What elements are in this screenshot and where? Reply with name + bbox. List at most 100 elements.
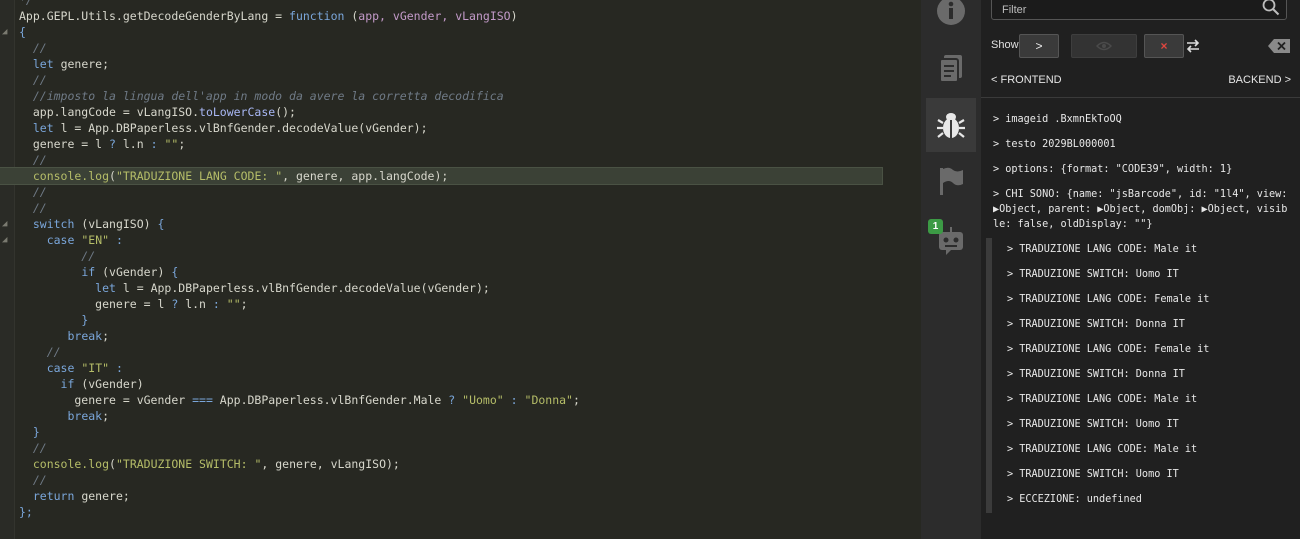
code-line[interactable]: */: [19, 0, 921, 8]
code-token: ;: [240, 297, 248, 311]
code-token: "EN": [81, 233, 110, 247]
code-token: genere;: [74, 489, 130, 503]
document-tab[interactable]: [926, 42, 976, 96]
code-token: genere = l: [19, 297, 172, 311]
code-token: log: [88, 457, 110, 471]
log-entry[interactable]: > TRADUZIONE LANG CODE: Male it: [1007, 242, 1287, 257]
code-line[interactable]: if (vGender): [19, 376, 921, 392]
log-entry[interactable]: > TRADUZIONE SWITCH: Donna IT: [1007, 367, 1287, 382]
scope-switch: < FRONTEND BACKEND >: [991, 74, 1291, 88]
code-line[interactable]: }: [19, 312, 921, 328]
log-entry[interactable]: > TRADUZIONE SWITCH: Uomo IT: [1007, 417, 1287, 432]
code-line[interactable]: //: [19, 440, 921, 456]
code-line[interactable]: //: [19, 200, 921, 216]
code-token: //: [19, 249, 96, 263]
code-line[interactable]: }: [19, 424, 921, 440]
code-token: toLowerCase: [199, 105, 276, 119]
code-token: //: [19, 441, 47, 455]
code-token: let: [32, 57, 54, 71]
code-line[interactable]: };: [19, 504, 921, 520]
code-token: , genere, app.langCode);: [282, 169, 449, 183]
code-line[interactable]: case "EN" :: [19, 232, 921, 248]
log-entry[interactable]: > TRADUZIONE LANG CODE: Male it: [1007, 442, 1287, 457]
code-line[interactable]: //imposto la lingua dell'app in modo da …: [19, 88, 921, 104]
debug-tab[interactable]: [926, 98, 976, 152]
log-entry[interactable]: > TRADUZIONE LANG CODE: Female it: [1007, 342, 1287, 357]
code-line[interactable]: app.langCode = vLangISO.toLowerCase();: [19, 104, 921, 120]
fold-toggle-icon[interactable]: ◢: [2, 27, 7, 37]
code-token: l = App.DBPaperless.vlBnfGender.decodeVa…: [115, 281, 490, 295]
code-line[interactable]: return genere;: [19, 488, 921, 504]
code-token: */: [19, 0, 33, 7]
code-token: return: [32, 489, 75, 503]
fold-toggle-icon[interactable]: ◢: [2, 219, 7, 229]
clear-console-button[interactable]: [1265, 34, 1293, 58]
info-tab[interactable]: [926, 0, 976, 38]
code-editor[interactable]: ◢ ◢ ◢ */App.GEPL.Utils.getDecodeGenderBy…: [0, 0, 921, 539]
log-entry[interactable]: > imageid .BxmnEkToOQ: [993, 112, 1288, 127]
toggle-visibility-button[interactable]: [1071, 34, 1137, 58]
code-line[interactable]: switch (vLangISO) {: [19, 216, 921, 232]
flag-tab[interactable]: [926, 154, 976, 208]
code-line[interactable]: console.log("TRADUZIONE LANG CODE: ", ge…: [0, 167, 883, 185]
log-entry[interactable]: > TRADUZIONE LANG CODE: Male it: [1007, 392, 1287, 407]
log-entry[interactable]: > testo 2029BL000001: [993, 137, 1288, 152]
filter-input[interactable]: [992, 0, 1262, 19]
code-line[interactable]: genere = vGender === App.DBPaperless.vlB…: [19, 392, 921, 408]
group-indicator: [986, 238, 992, 513]
code-line[interactable]: let genere;: [19, 56, 921, 72]
code-token: if: [81, 265, 96, 279]
code-line[interactable]: console.log("TRADUZIONE SWITCH: ", gener…: [19, 456, 921, 472]
log-entry[interactable]: > TRADUZIONE LANG CODE: Female it: [1007, 292, 1287, 307]
code-token: function: [289, 9, 345, 23]
code-token: "TRADUZIONE LANG CODE: ": [115, 169, 283, 183]
backend-link[interactable]: BACKEND >: [1228, 74, 1291, 86]
fold-toggle-icon[interactable]: ◢: [2, 235, 7, 245]
code-line[interactable]: let l = App.DBPaperless.vlBnfGender.deco…: [19, 280, 921, 296]
code-line[interactable]: break;: [19, 328, 921, 344]
code-token: ): [510, 9, 518, 23]
close-icon: ×: [1160, 39, 1168, 53]
code-token: ;: [572, 393, 580, 407]
code-line[interactable]: {: [19, 24, 921, 40]
log-entry[interactable]: > TRADUZIONE SWITCH: Uomo IT: [1007, 267, 1287, 282]
code-token: ();: [275, 105, 296, 119]
code-line[interactable]: if (vGender) {: [19, 264, 921, 280]
code-line[interactable]: App.GEPL.Utils.getDecodeGenderByLang = f…: [19, 8, 921, 24]
log-entry[interactable]: > CHI SONO: {name: "jsBarcode", id: "1l4…: [993, 187, 1288, 232]
code-line[interactable]: //: [19, 152, 921, 168]
code-token: if: [60, 377, 75, 391]
code-line[interactable]: //: [19, 184, 921, 200]
code-token: :: [510, 393, 518, 407]
log-entry[interactable]: > TRADUZIONE SWITCH: Donna IT: [1007, 317, 1287, 332]
code-token: //: [19, 185, 47, 199]
search-icon[interactable]: [1262, 0, 1280, 16]
code-line[interactable]: //: [19, 72, 921, 88]
code-line[interactable]: case "IT" :: [19, 360, 921, 376]
log-entry[interactable]: > options: {format: "CODE39", width: 1}: [993, 162, 1288, 177]
code-token: "": [226, 297, 241, 311]
swap-button[interactable]: [1177, 34, 1209, 58]
code-token: decodeValue: [282, 121, 359, 135]
code-line[interactable]: //: [19, 248, 921, 264]
code-token: genere = l: [19, 137, 110, 151]
code-line[interactable]: //: [19, 472, 921, 488]
code-token: :: [150, 137, 158, 151]
log-entry[interactable]: > ECCEZIONE: undefined: [1007, 492, 1287, 507]
frontend-link[interactable]: < FRONTEND: [991, 74, 1062, 86]
code-line[interactable]: genere = l ? l.n : "";: [19, 296, 921, 312]
step-forward-button[interactable]: >: [1019, 34, 1059, 58]
log-entry[interactable]: > TRADUZIONE SWITCH: Uomo IT: [1007, 467, 1287, 482]
swap-icon: [1186, 39, 1200, 53]
code-line[interactable]: let l = App.DBPaperless.vlBnfGender.deco…: [19, 120, 921, 136]
code-token: case: [46, 233, 75, 247]
editor-gutter: ◢ ◢ ◢: [0, 0, 15, 539]
code-line[interactable]: break;: [19, 408, 921, 424]
code-line[interactable]: //: [19, 344, 921, 360]
code-line[interactable]: //: [19, 40, 921, 56]
code-line[interactable]: genere = l ? l.n : "";: [19, 136, 921, 152]
